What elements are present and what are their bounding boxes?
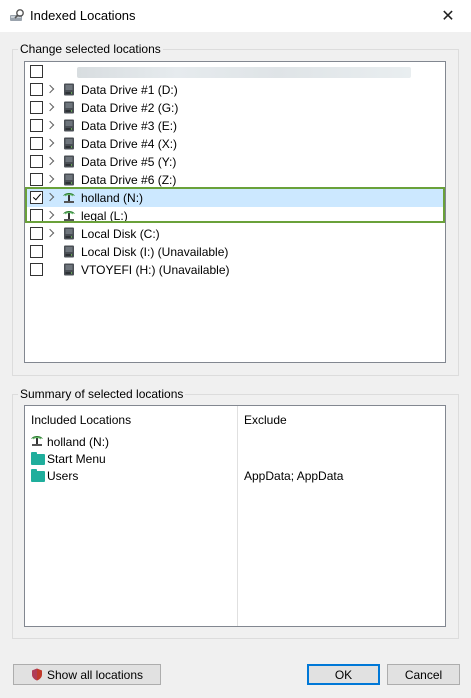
tree-item-label: Data Drive #4 (X:) xyxy=(81,137,178,151)
tree-item-label: legal (L:) xyxy=(81,209,128,223)
location-checkbox[interactable] xyxy=(30,173,43,186)
expand-chevron-icon[interactable] xyxy=(45,156,55,166)
tree-item-label: Local Disk (C:) xyxy=(81,227,160,241)
tree-item-label: Data Drive #1 (D:) xyxy=(81,83,178,97)
cancel-button[interactable]: Cancel xyxy=(387,664,460,685)
summary-label: Summary of selected locations xyxy=(18,387,186,401)
tree-item-data-drive-6-z[interactable]: Data Drive #6 (Z:) xyxy=(25,171,444,189)
exclude-header: Exclude xyxy=(244,413,287,427)
drive-icon xyxy=(63,155,75,168)
tree-item-data-drive-2-g[interactable]: Data Drive #2 (G:) xyxy=(25,99,444,117)
drive-icon xyxy=(63,173,75,186)
expand-chevron-icon[interactable] xyxy=(45,192,55,202)
tree-item-holland-n[interactable]: holland (N:) xyxy=(25,189,444,207)
tree-item-label: VTOYEFI (H:) (Unavailable) xyxy=(81,263,230,277)
tree-item-label: Data Drive #2 (G:) xyxy=(81,101,179,115)
column-divider xyxy=(237,406,238,626)
drive-icon xyxy=(63,227,75,240)
tree-item-data-drive-5-y[interactable]: Data Drive #5 (Y:) xyxy=(25,153,444,171)
close-button[interactable]: ✕ xyxy=(425,0,471,32)
tree-item-local-disk-i-unavailable[interactable]: Local Disk (I:) (Unavailable) xyxy=(25,243,444,261)
included-locations-header: Included Locations xyxy=(31,413,132,427)
expand-chevron-icon[interactable] xyxy=(45,138,55,148)
drive-icon xyxy=(63,83,75,96)
location-checkbox[interactable] xyxy=(30,245,43,258)
location-checkbox[interactable] xyxy=(30,137,43,150)
location-checkbox[interactable] xyxy=(30,101,43,114)
network-drive-icon xyxy=(62,209,75,222)
tree-item-data-drive-3-e[interactable]: Data Drive #3 (E:) xyxy=(25,117,444,135)
location-checkbox[interactable] xyxy=(30,65,43,78)
show-all-locations-label: Show all locations xyxy=(46,667,144,682)
tree-item-local-disk-c[interactable]: Local Disk (C:) xyxy=(25,225,444,243)
drive-icon xyxy=(63,245,75,258)
location-checkbox[interactable] xyxy=(30,191,43,204)
cancel-label: Cancel xyxy=(404,667,443,682)
tree-item-label: Data Drive #6 (Z:) xyxy=(81,173,177,187)
ok-label: OK xyxy=(334,667,353,682)
expand-chevron-icon[interactable] xyxy=(45,174,55,184)
show-all-locations-button[interactable]: Show all locations xyxy=(13,664,161,685)
tree-item-vtoyefi-h-unavailable[interactable]: VTOYEFI (H:) (Unavailable) xyxy=(25,261,444,279)
indexing-options-icon xyxy=(10,9,24,21)
drive-icon xyxy=(63,137,75,150)
excluded-folders: AppData; AppData xyxy=(244,469,344,483)
location-checkbox[interactable] xyxy=(30,263,43,276)
location-checkbox[interactable] xyxy=(30,83,43,96)
checkmark-icon xyxy=(32,191,42,201)
location-checkbox[interactable] xyxy=(30,155,43,168)
expand-chevron-icon[interactable] xyxy=(45,120,55,130)
expand-chevron-icon[interactable] xyxy=(45,84,55,94)
network-drive-icon xyxy=(62,191,75,204)
drive-icon xyxy=(63,263,75,276)
included-location: Users xyxy=(47,469,79,483)
location-checkbox[interactable] xyxy=(30,227,43,240)
tree-item-label: Data Drive #3 (E:) xyxy=(81,119,178,133)
locations-tree[interactable]: Data Drive #1 (D:) Data Drive #2 (G:) Data… xyxy=(24,61,446,363)
expand-chevron-icon[interactable] xyxy=(45,102,55,112)
summary-list[interactable]: Included Locations Exclude holland (N:) S… xyxy=(24,405,446,627)
close-icon: ✕ xyxy=(441,8,455,25)
window-title: Indexed Locations xyxy=(30,8,136,23)
tree-item-legal-l[interactable]: legal (L:) xyxy=(25,207,444,225)
network-drive-icon xyxy=(30,434,44,450)
folder-icon xyxy=(31,469,45,482)
tree-item-data-drive-1-d[interactable]: Data Drive #1 (D:) xyxy=(25,81,444,99)
tree-item-label: holland (N:) xyxy=(81,191,144,205)
tree-item-label: Local Disk (I:) (Unavailable) xyxy=(81,245,229,259)
included-location: holland (N:) xyxy=(47,435,110,449)
drive-icon xyxy=(63,101,75,114)
location-checkbox[interactable] xyxy=(30,209,43,222)
tree-item-redacted[interactable] xyxy=(25,63,444,81)
tree-item-label: Data Drive #5 (Y:) xyxy=(81,155,177,169)
expand-chevron-icon[interactable] xyxy=(45,228,55,238)
shield-icon xyxy=(31,668,42,681)
drive-icon xyxy=(63,119,75,132)
folder-icon xyxy=(31,452,45,465)
change-locations-label: Change selected locations xyxy=(18,42,163,56)
location-checkbox[interactable] xyxy=(30,119,43,132)
expand-chevron-icon[interactable] xyxy=(45,210,55,220)
tree-item-data-drive-4-x[interactable]: Data Drive #4 (X:) xyxy=(25,135,444,153)
redacted-location xyxy=(77,67,411,78)
included-location: Start Menu xyxy=(47,452,106,466)
title-bar: Indexed Locations ✕ xyxy=(0,0,471,32)
ok-button[interactable]: OK xyxy=(307,664,380,685)
